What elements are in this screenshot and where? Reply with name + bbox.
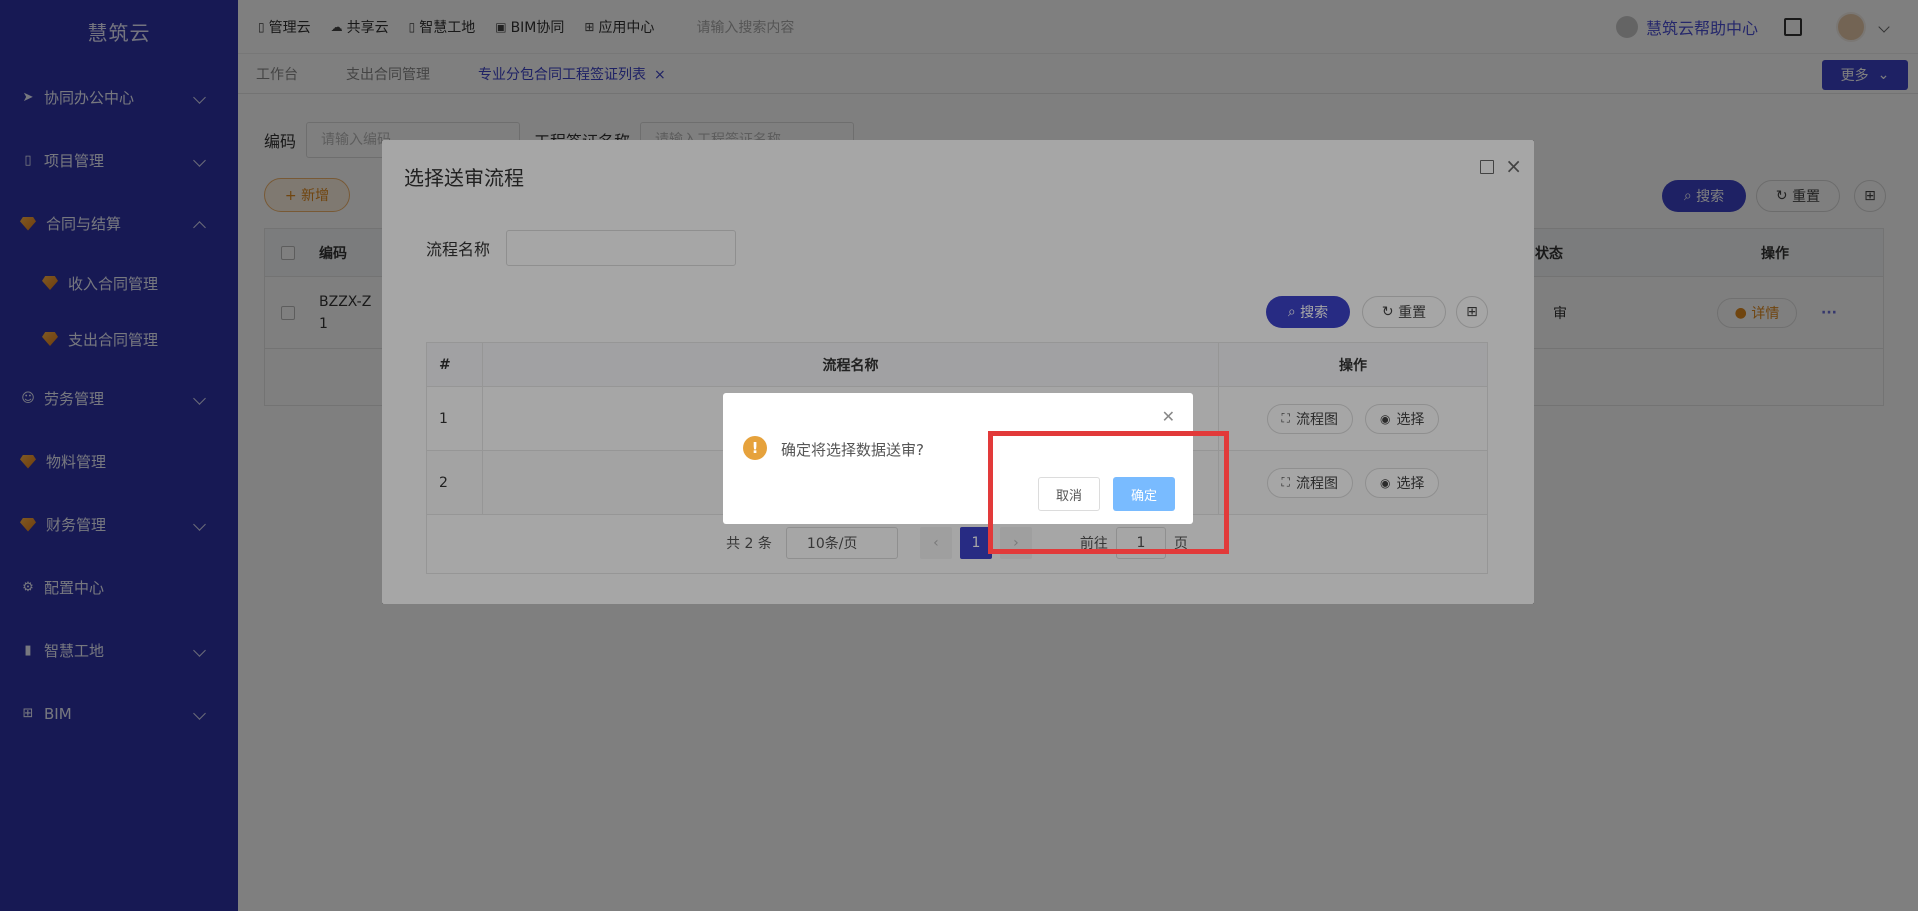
close-icon[interactable]: ✕ <box>1162 407 1175 426</box>
highlight-box <box>988 431 1229 554</box>
confirm-overlay <box>382 140 1534 604</box>
warning-icon: ! <box>743 436 767 460</box>
confirm-message: 确定将选择数据送审? <box>781 441 924 459</box>
